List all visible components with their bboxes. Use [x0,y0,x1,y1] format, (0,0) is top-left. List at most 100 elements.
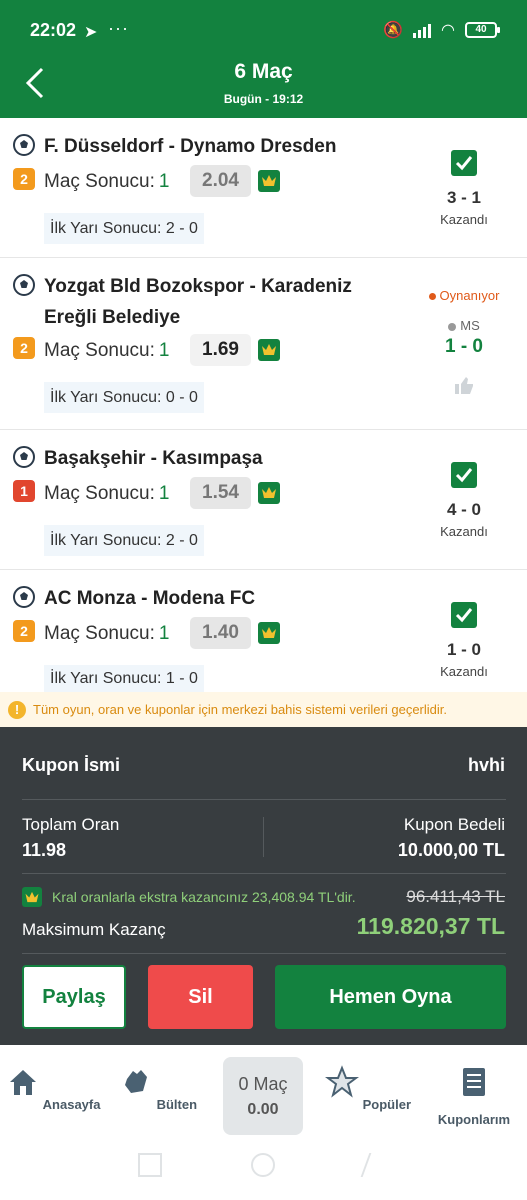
nav-coupons[interactable]: Kuponlarım [424,1065,524,1127]
match-result: Oynanıyor MS 1 - 0 [414,288,514,401]
old-max-win: 96.411,43 TL [406,887,505,906]
total-odds-value: 11.98 [22,840,67,860]
system-home-icon[interactable] [251,1153,275,1177]
coupon-name-label: Kupon İsmi [22,755,120,775]
share-button[interactable]: Paylaş [22,965,126,1029]
half-time-result: İlk Yarı Sonucu: 0 - 0 [44,382,204,413]
football-icon [13,586,35,608]
match-result: 3 - 1 Kazandı [414,150,514,227]
divider [22,799,506,800]
king-odds-info: Kral oranlarla ekstra kazancınız 23,408.… [22,887,356,907]
divider-vertical [263,817,264,857]
signal-icon [413,22,432,38]
checkbox-checked-icon [451,462,477,488]
half-time-result: İlk Yarı Sonucu: 2 - 0 [44,525,204,556]
match-row[interactable]: Başakşehir - Kasımpaşa 1 Maç Sonucu: 1 1.… [0,430,527,570]
bell-muted-icon: 🔕 [383,22,404,39]
checkbox-checked-icon [451,602,477,628]
match-row[interactable]: AC Monza - Modena FC 2 Maç Sonucu: 1 1.40… [0,570,527,692]
market-label: Maç Sonucu: 1 [44,623,170,644]
market-label: Maç Sonucu: 1 [44,483,170,504]
coupon-name-value[interactable]: hvhi [468,755,505,776]
match-result: 4 - 0 Kazandı [414,462,514,539]
warning-icon: ! [8,701,26,719]
status-won: Kazandı [440,524,488,539]
play-now-button[interactable]: Hemen Oyna [275,965,506,1029]
match-row[interactable]: F. Düsseldorf - Dynamo Dresden 2 Maç Son… [0,118,527,258]
match-list: F. Düsseldorf - Dynamo Dresden 2 Maç Son… [0,118,527,692]
app-header: 22:02 ➤ ··· 🔕 ◠ 40 6 Maç Bugün - 19:12 [0,0,527,118]
match-row[interactable]: Yozgat Bld Bozokspor - Karadeniz Ereğli … [0,258,527,430]
status-time: 22:02 [30,20,77,40]
mbs-badge: 1 [13,480,35,502]
coupon-total: 0.00 [247,1101,279,1118]
stake-label: Kupon Bedeli [403,815,505,834]
status-bar: 22:02 ➤ ··· 🔕 ◠ 40 [0,0,527,60]
clock-icon [448,322,457,331]
mbs-badge: 2 [13,620,35,642]
match-count: 0 Maç [238,1074,288,1094]
crown-icon [258,482,280,504]
hand-icon [124,1070,147,1093]
odds-value: 1.40 [190,617,251,649]
live-score: 1 - 0 [444,336,484,357]
market-label: Maç Sonucu: 1 [44,171,170,192]
pick-value: 1 [158,171,170,192]
odds-value: 1.54 [190,477,251,509]
crown-icon [258,170,280,192]
nav-home[interactable]: Anasayfa [3,1065,103,1112]
wifi-icon: ◠ [441,22,455,39]
final-score: 4 - 0 [446,500,482,519]
notice-text: Tüm oyun, oran ve kuponlar için merkezi … [33,702,447,717]
telegram-icon: ➤ [84,24,98,41]
stake-value[interactable]: 10.000,00 TL [398,840,505,861]
pick-value: 1 [158,340,170,361]
coupon-summary-button[interactable]: 0 Maç 0.00 [223,1057,303,1135]
pick-value: 1 [158,623,170,644]
odds-value: 1.69 [190,334,251,366]
bottom-nav: Anasayfa Bülten 0 Maç 0.00 Popüler Kupon… [0,1045,527,1200]
half-time-result: İlk Yarı Sonucu: 2 - 0 [44,213,204,244]
period-label: MS [414,318,514,333]
crown-icon [258,622,280,644]
battery-icon: 40 [465,22,500,38]
max-win-value: 119.820,37 TL [356,913,505,939]
match-teams: Başakşehir - Kasımpaşa [44,448,263,469]
home-icon [9,1070,36,1095]
divider [22,873,506,874]
nav-popular[interactable]: Popüler [318,1065,418,1112]
system-back-icon[interactable] [360,1153,394,1177]
more-notifications-icon: ··· [108,18,129,38]
delete-button[interactable]: Sil [148,965,253,1029]
match-teams: AC Monza - Modena FC [44,588,256,609]
mbs-badge: 2 [13,337,35,359]
checkbox-checked-icon [451,150,477,176]
match-teams: F. Düsseldorf - Dynamo Dresden [44,136,337,157]
star-badge-icon [324,1065,359,1098]
max-win-label: Maksimum Kazanç [22,920,166,939]
final-score: 3 - 1 [446,188,482,207]
nav-bulletin[interactable]: Bülten [108,1065,208,1112]
live-status: Oynanıyor [414,288,514,303]
pick-value: 1 [158,483,170,504]
football-icon [13,134,35,156]
market-label: Maç Sonucu: 1 [44,340,170,361]
page-title: 6 Maç [234,60,293,83]
football-icon [13,446,35,468]
list-icon [463,1068,485,1096]
crown-icon [258,339,280,361]
system-recents-icon[interactable] [138,1153,162,1177]
football-icon [13,274,35,296]
half-time-result: İlk Yarı Sonucu: 1 - 0 [44,665,204,692]
status-won: Kazandı [440,212,488,227]
page-subtitle: Bugün - 19:12 [223,92,304,106]
odds-value: 2.04 [190,165,251,197]
total-odds-label: Toplam Oran [22,815,120,834]
coupon-panel: Kupon İsmi hvhi Toplam Oran 11.98 Kupon … [0,727,527,1045]
crown-icon [22,887,42,907]
match-result: 1 - 0 Kazandı [414,602,514,679]
match-teams-line1: Yozgat Bld Bozokspor - Karadeniz [44,276,352,297]
status-won: Kazandı [440,664,488,679]
divider [22,953,506,954]
match-teams-line2: Ereğli Belediye [44,307,181,328]
